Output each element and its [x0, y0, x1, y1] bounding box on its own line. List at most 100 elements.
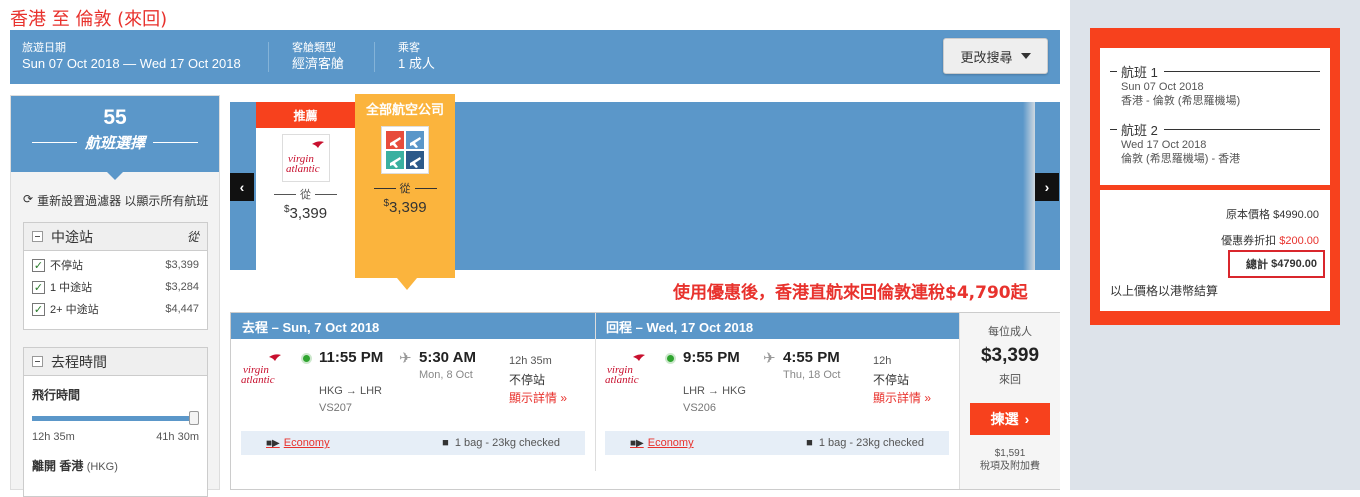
- arrival-date: Mon, 8 Oct: [419, 369, 473, 381]
- reset-filters-link[interactable]: ⟳ 重新設置過濾器 以顯示所有航班: [23, 192, 208, 209]
- svg-text:atlantic: atlantic: [241, 374, 275, 386]
- original-price-label: 原本價格: [1226, 209, 1271, 221]
- stops-filter-header[interactable]: 中途站 從: [24, 223, 207, 251]
- all-airlines-price: 3,399: [389, 199, 427, 216]
- chevron-down-icon: [1020, 53, 1031, 59]
- departure-time: 9:55 PM: [683, 349, 740, 366]
- cabin-label: Economy: [647, 437, 694, 449]
- svg-text:atlantic: atlantic: [605, 374, 639, 386]
- stops-filter-title: 中途站: [51, 228, 93, 245]
- departure-dot: [665, 353, 676, 364]
- baggage-label: 1 bag - 23kg checked: [454, 437, 560, 449]
- cabin-value: 經濟客艙: [292, 56, 345, 71]
- fare-info-bar: ■▶ Economy ■ 1 bag - 23kg checked: [605, 431, 949, 455]
- virgin-atlantic-logo: virgin atlantic: [605, 354, 645, 386]
- dates-field: 旅遊日期 Sun 07 Oct 2018 — Wed 17 Oct 2018: [22, 41, 241, 72]
- stops-option[interactable]: ✓ 1 中途站 $3,284: [24, 276, 207, 298]
- flight-result-card: 去程 – Sun, 7 Oct 2018 回程 – Wed, 17 Oct 20…: [230, 312, 1060, 490]
- flight1-header: 航班 1: [1110, 62, 1320, 81]
- checkbox[interactable]: ✓: [32, 258, 45, 272]
- flight-time-max: 41h 30m: [156, 431, 199, 443]
- collapse-icon: [32, 356, 43, 367]
- flight-time-min: 12h 35m: [32, 431, 75, 443]
- flight-count-label: 航班選擇: [84, 135, 145, 152]
- filter-panel: 55 航班選擇 ⟳ 重新設置過濾器 以顯示所有航班 中途站 從 ✓ 不停站 $3…: [10, 95, 220, 497]
- show-details-label: 顯示詳情: [873, 391, 922, 405]
- recommended-airline-card[interactable]: 推薦 virgin atlantic 從 $3,399: [256, 102, 355, 270]
- cabin-label: 客艙類型: [292, 42, 336, 54]
- reset-filters-label: 重新設置過濾器 以顯示所有航班: [37, 194, 209, 208]
- flight2-date: Wed 17 Oct 2018: [1121, 139, 1207, 151]
- booking-summary-panel: 航班 1 Sun 07 Oct 2018 香港 - 倫敦 (希思羅機場) 航班 …: [1070, 0, 1360, 490]
- dates-label: 旅遊日期: [22, 42, 66, 54]
- time-filter-title: 去程時間: [51, 353, 107, 370]
- stops: 不停站: [873, 373, 910, 387]
- cabin-label: Economy: [283, 437, 330, 449]
- change-search-button[interactable]: 更改搜尋: [943, 38, 1048, 74]
- discount-row: 優惠券折扣 $200.00: [1221, 232, 1319, 248]
- price-summary: 原本價格 $4990.00 優惠券折扣 $200.00 總計 $4790.00 …: [1100, 190, 1330, 311]
- baggage-label: 1 bag - 23kg checked: [818, 437, 924, 449]
- arrival-date: Thu, 18 Oct: [783, 369, 841, 381]
- dates-value: Sun 07 Oct 2018 — Wed 17 Oct 2018: [22, 56, 241, 71]
- total-label: 總計: [1246, 259, 1269, 271]
- departure-dot: [301, 353, 312, 364]
- collapse-icon: [32, 231, 43, 242]
- show-details-link[interactable]: 顯示詳情 »: [873, 389, 931, 406]
- double-chevron-down-icon: »: [560, 391, 568, 405]
- suitcase-icon: ■: [806, 437, 813, 449]
- cabin-field: 客艙類型 經濟客艙: [292, 41, 344, 72]
- flight-summary: 航班 1 Sun 07 Oct 2018 香港 - 倫敦 (希思羅機場) 航班 …: [1100, 48, 1330, 185]
- tax-label: 稅項及附加費: [980, 461, 1040, 472]
- virgin-atlantic-logo: virgin atlantic: [281, 134, 330, 182]
- time-filter-header[interactable]: 去程時間: [24, 348, 207, 376]
- flight2-header: 航班 2: [1110, 120, 1320, 139]
- all-airlines-card[interactable]: 全部航空公司 從 $3,399: [355, 94, 455, 290]
- flight-number: VS206: [683, 402, 717, 414]
- flight-count-box: 55 航班選擇: [11, 96, 219, 180]
- pax-field: 乘客 1 成人: [398, 41, 435, 72]
- stops-option-label: 2+ 中途站: [50, 304, 99, 316]
- flight-time-label: 飛行時間: [32, 388, 81, 402]
- select-button[interactable]: 揀選 ›: [970, 403, 1050, 435]
- stops-option[interactable]: ✓ 2+ 中途站 $4,447: [24, 298, 207, 320]
- flight-number: VS207: [319, 402, 353, 414]
- cabin-link[interactable]: ■▶ Economy: [630, 437, 694, 449]
- baggage-info: ■ 1 bag - 23kg checked: [806, 437, 924, 449]
- chevron-left-icon: ‹: [239, 179, 245, 195]
- recommended-price: 3,399: [289, 205, 328, 222]
- flight-time-slider[interactable]: [32, 411, 199, 425]
- checkbox[interactable]: ✓: [32, 280, 45, 294]
- checkbox[interactable]: ✓: [32, 302, 45, 316]
- pax-value: 1 成人: [398, 56, 435, 71]
- pax-label: 乘客: [398, 42, 420, 54]
- stops-filter: 中途站 從 ✓ 不停站 $3,399 ✓ 1 中途站 $3,284 ✓ 2+ 中…: [23, 222, 208, 330]
- show-details-link[interactable]: 顯示詳情 »: [509, 389, 567, 406]
- outbound-header: 去程 – Sun, 7 Oct 2018: [231, 313, 595, 339]
- carousel-prev-button[interactable]: ‹: [230, 173, 254, 201]
- stops-option-label: 1 中途站: [50, 282, 93, 294]
- double-chevron-down-icon: »: [924, 391, 932, 405]
- select-label: 揀選: [990, 411, 1019, 427]
- divider: [374, 42, 375, 72]
- duration: 12h: [873, 355, 892, 367]
- outbound-segment: virgin atlantic 11:55 PM ✈ 5:30 AM Mon, …: [231, 339, 595, 471]
- slider-handle[interactable]: [189, 411, 199, 425]
- route: HKG → LHR: [319, 385, 382, 397]
- stops-option[interactable]: ✓ 不停站 $3,399: [24, 254, 207, 276]
- arrival-time: 4:55 PM: [783, 349, 840, 366]
- discount-label: 優惠券折扣: [1221, 235, 1277, 247]
- depart-code: (HKG): [86, 461, 118, 473]
- show-details-label: 顯示詳情: [509, 391, 558, 405]
- total-price-box: 總計 $4790.00: [1228, 250, 1325, 278]
- cabin-link[interactable]: ■▶ Economy: [266, 437, 330, 449]
- seat-icon: ■▶: [630, 437, 644, 449]
- depart-label: 離開 香港: [32, 459, 84, 473]
- plane-icon: ✈: [399, 350, 412, 367]
- flight2-label: 航班 2: [1121, 123, 1158, 138]
- change-search-label: 更改搜尋: [960, 49, 1013, 65]
- baggage-info: ■ 1 bag - 23kg checked: [442, 437, 560, 449]
- price-column: 每位成人 $3,399 來回 揀選 › $1,591 稅項及附加費: [959, 313, 1060, 489]
- carousel-next-button[interactable]: ›: [1035, 173, 1059, 201]
- virgin-atlantic-logo: virgin atlantic: [241, 354, 281, 386]
